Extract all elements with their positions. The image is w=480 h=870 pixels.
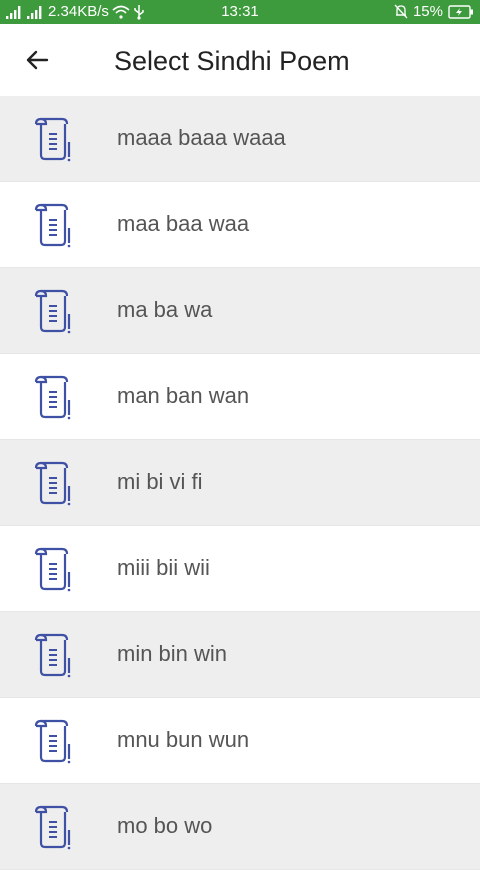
scroll-document-icon (28, 288, 74, 334)
poem-list: maaa baaa waaa maa baa waa ma ba wa man … (0, 96, 480, 870)
poem-list-item[interactable]: min bin win (0, 612, 480, 698)
poem-list-item[interactable]: mnu bun wun (0, 698, 480, 784)
status-bar: 2.34KB/s 13:31 15% (0, 0, 480, 24)
poem-list-item[interactable]: ma ba wa (0, 268, 480, 354)
poem-title: maa baa waa (117, 211, 250, 236)
scroll-document-icon (28, 374, 74, 420)
poem-list-item[interactable]: mo bo wo (0, 784, 480, 870)
scroll-document-icon (28, 460, 74, 506)
arrow-left-icon (26, 50, 49, 70)
app-bar: Select Sindhi Poem (0, 24, 480, 96)
poem-list-item[interactable]: maa baa waa (0, 182, 480, 268)
scroll-document-icon (28, 202, 74, 248)
poem-list-item[interactable]: mi bi vi fi (0, 440, 480, 526)
page-title: Select Sindhi Poem (114, 46, 350, 76)
scroll-document-icon (28, 804, 74, 850)
status-right: 15% (394, 3, 474, 20)
muted-bell-icon (394, 4, 408, 19)
poem-title: maaa baaa waaa (117, 125, 286, 150)
scroll-document-icon (28, 632, 74, 678)
battery-charging-icon (448, 4, 474, 19)
back-button[interactable] (14, 42, 60, 78)
poem-title: mnu bun wun (117, 727, 250, 752)
poem-title: min bin win (117, 641, 228, 666)
scroll-document-icon (28, 116, 74, 162)
poem-title: miii bii wii (117, 555, 210, 580)
poem-title: ma ba wa (117, 297, 213, 322)
poem-list-item[interactable]: man ban wan (0, 354, 480, 440)
scroll-document-icon (28, 546, 74, 592)
scroll-document-icon (28, 718, 74, 764)
poem-list-item[interactable]: maaa baaa waaa (0, 96, 480, 182)
poem-title: man ban wan (117, 383, 250, 408)
poem-title: mi bi vi fi (117, 469, 203, 494)
battery-percent: 15% (412, 3, 443, 20)
poem-list-item[interactable]: miii bii wii (0, 526, 480, 612)
poem-title: mo bo wo (117, 813, 213, 838)
